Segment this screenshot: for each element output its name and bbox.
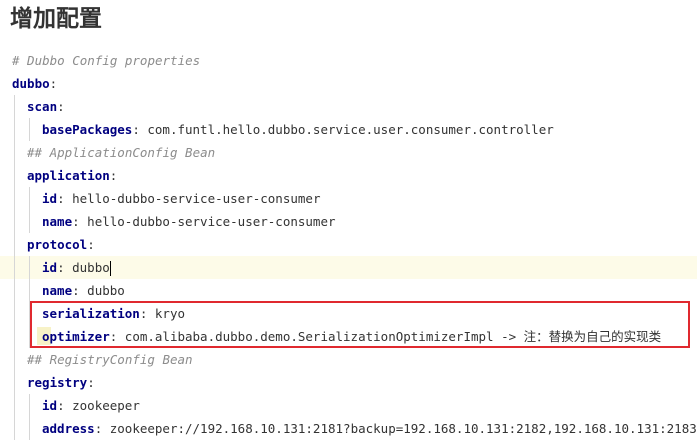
code-line-content: protocol: bbox=[27, 233, 95, 256]
yaml-key: id bbox=[42, 191, 58, 206]
indent-guide bbox=[14, 279, 15, 302]
indent-guide bbox=[29, 118, 30, 141]
code-line-content: registry: bbox=[27, 371, 95, 394]
indent-guide bbox=[29, 187, 30, 210]
indent-guide bbox=[14, 233, 15, 256]
yaml-colon: : bbox=[57, 260, 65, 275]
yaml-colon: : bbox=[132, 122, 140, 137]
code-line-content: id: zookeeper bbox=[42, 394, 140, 417]
code-line-content: name: hello-dubbo-service-user-consumer bbox=[42, 210, 336, 233]
yaml-colon: : bbox=[109, 168, 118, 183]
code-line-content: address: zookeeper://192.168.10.131:2181… bbox=[42, 417, 697, 440]
page-title: 增加配置 bbox=[10, 6, 102, 32]
code-line-content: ## RegistryConfig Bean bbox=[27, 348, 193, 371]
code-line: ## RegistryConfig Bean bbox=[0, 348, 697, 371]
code-line: name: dubbo bbox=[0, 279, 697, 302]
yaml-value: zookeeper://192.168.10.131:2181?backup=1… bbox=[102, 421, 697, 436]
indent-guide bbox=[14, 394, 15, 417]
code-line: basePackages: com.funtl.hello.dubbo.serv… bbox=[0, 118, 697, 141]
yaml-colon: : bbox=[57, 398, 65, 413]
yaml-value: dubbo bbox=[79, 283, 125, 298]
yaml-value: com.funtl.hello.dubbo.service.user.consu… bbox=[139, 122, 554, 137]
indent-guide bbox=[14, 141, 15, 164]
yaml-value: hello-dubbo-service-user-consumer bbox=[64, 191, 321, 206]
indent-guide bbox=[14, 302, 15, 325]
code-line: scan: bbox=[0, 95, 697, 118]
code-line: id: hello-dubbo-service-user-consumer bbox=[0, 187, 697, 210]
yaml-key: scan bbox=[27, 99, 58, 114]
indent-guide bbox=[14, 210, 15, 233]
code-line-content: scan: bbox=[27, 95, 65, 118]
indent-guide bbox=[14, 187, 15, 210]
yaml-colon: : bbox=[49, 76, 58, 91]
code-comment: ## ApplicationConfig Bean bbox=[27, 145, 216, 160]
yaml-colon: : bbox=[72, 283, 80, 298]
indent-guide bbox=[14, 95, 15, 118]
code-line-content: id: dubbo bbox=[42, 256, 111, 279]
code-line: dubbo: bbox=[0, 72, 697, 95]
indent-guide bbox=[14, 371, 15, 394]
code-line: # Dubbo Config properties bbox=[0, 49, 697, 72]
code-comment: # Dubbo Config properties bbox=[12, 53, 201, 68]
code-line-content: ## ApplicationConfig Bean bbox=[27, 141, 215, 164]
yaml-key: protocol bbox=[27, 237, 88, 252]
indent-guide bbox=[29, 394, 30, 417]
yaml-key: application bbox=[27, 168, 110, 183]
yaml-key: name bbox=[42, 283, 73, 298]
indent-guide bbox=[29, 417, 30, 440]
code-line-content: application: bbox=[27, 164, 117, 187]
yaml-colon: : bbox=[87, 237, 95, 252]
yaml-value: hello-dubbo-service-user-consumer bbox=[79, 214, 336, 229]
indent-guide bbox=[29, 210, 30, 233]
code-line: ## ApplicationConfig Bean bbox=[0, 141, 697, 164]
code-line: address: zookeeper://192.168.10.131:2181… bbox=[0, 417, 697, 440]
code-line-content: name: dubbo bbox=[42, 279, 125, 302]
indent-guide bbox=[29, 256, 30, 279]
indent-guide bbox=[14, 417, 15, 440]
code-line-content: dubbo: bbox=[12, 72, 57, 95]
code-line: id: dubbo bbox=[0, 256, 697, 279]
indent-guide bbox=[14, 325, 15, 348]
yaml-colon: : bbox=[72, 214, 80, 229]
yaml-value: dubbo bbox=[64, 260, 110, 275]
code-line-content: id: hello-dubbo-service-user-consumer bbox=[42, 187, 320, 210]
code-comment: ## RegistryConfig Bean bbox=[27, 352, 193, 367]
highlight-box bbox=[30, 301, 690, 348]
code-line: registry: bbox=[0, 371, 697, 394]
code-line-content: basePackages: com.funtl.hello.dubbo.serv… bbox=[42, 118, 554, 141]
text-cursor bbox=[109, 261, 111, 276]
code-line: id: zookeeper bbox=[0, 394, 697, 417]
yaml-value: zookeeper bbox=[64, 398, 140, 413]
yaml-key: id bbox=[42, 398, 58, 413]
code-line: name: hello-dubbo-service-user-consumer bbox=[0, 210, 697, 233]
yaml-key: address bbox=[42, 421, 95, 436]
yaml-key: name bbox=[42, 214, 73, 229]
indent-guide bbox=[14, 164, 15, 187]
indent-guide bbox=[14, 118, 15, 141]
yaml-key: dubbo bbox=[12, 76, 50, 91]
yaml-code-block[interactable]: # Dubbo Config properties dubbo: scan: base… bbox=[0, 49, 697, 440]
indent-guide bbox=[29, 279, 30, 302]
yaml-colon: : bbox=[57, 191, 65, 206]
indent-guide bbox=[14, 348, 15, 371]
code-line: protocol: bbox=[0, 233, 697, 256]
code-line-content: # Dubbo Config properties bbox=[12, 49, 200, 72]
yaml-key: basePackages bbox=[42, 122, 133, 137]
yaml-key: id bbox=[42, 260, 58, 275]
yaml-colon: : bbox=[87, 375, 95, 390]
yaml-key: registry bbox=[27, 375, 88, 390]
indent-guide bbox=[14, 256, 15, 279]
code-line: application: bbox=[0, 164, 697, 187]
yaml-colon: : bbox=[57, 99, 65, 114]
